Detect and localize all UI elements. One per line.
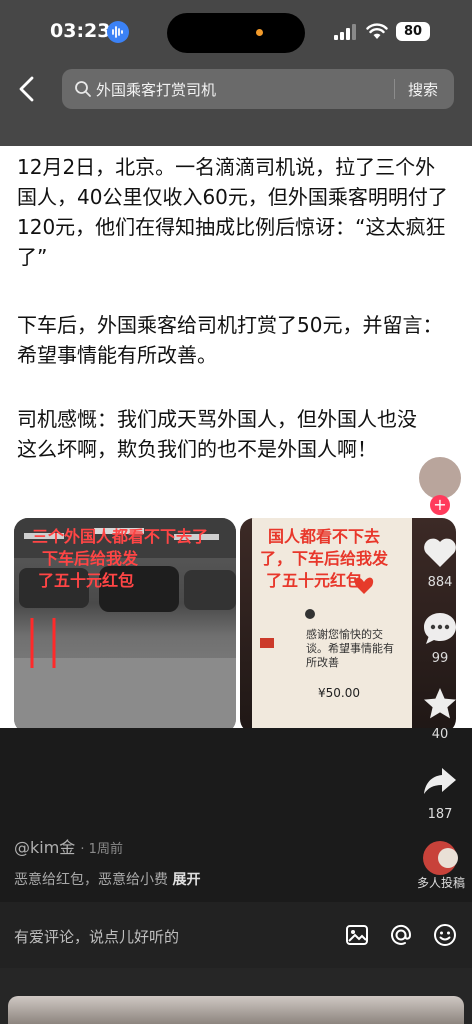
- article-paragraph-3: 司机感慨：我们成天骂外国人，但外国人也没这么坏啊，欺负我们的也不是外国人啊！: [17, 407, 417, 461]
- battery-indicator: 80: [396, 22, 430, 41]
- image2-note: 感谢您愉快的交谈。希望事情能有所改善: [306, 628, 394, 669]
- dynamic-island: [167, 13, 305, 53]
- image1-caption-line-3: 了五十元红包: [38, 571, 135, 590]
- status-time: 03:23: [50, 20, 111, 42]
- author-name[interactable]: @kim金: [14, 838, 75, 857]
- post-time: · 1周前: [80, 842, 123, 857]
- image1-caption-line-1: 三个外国人都看不下去了: [32, 527, 209, 546]
- back-arrow-icon[interactable]: [14, 75, 40, 103]
- search-button[interactable]: 搜索: [408, 79, 438, 100]
- search-icon: [75, 81, 91, 97]
- mention-at-icon[interactable]: [388, 922, 414, 948]
- post-tag-text: 恶意给红包，恶意给小费: [14, 872, 168, 888]
- next-post-preview[interactable]: [8, 996, 464, 1024]
- favorite-star-icon[interactable]: [420, 684, 460, 724]
- article-image-1[interactable]: 三个外国人都看不下去了 下车后给我发 了五十元红包: [14, 518, 236, 728]
- article-card: 12月2日，北京。一名滴滴司机说，拉了三个外国人，40公里仅收入60元，但外国乘…: [0, 146, 472, 728]
- wifi-icon: [366, 23, 388, 39]
- search-query[interactable]: 外国乘客打赏司机: [96, 79, 216, 100]
- emoji-icon[interactable]: [432, 922, 458, 948]
- share-count: 187: [427, 807, 453, 822]
- comment-input[interactable]: 有爱评论，说点儿好听的: [14, 926, 179, 947]
- top-bar: 03:23 80 外国乘客打赏司机 搜索: [0, 0, 472, 146]
- cellular-signal-icon: [334, 24, 356, 40]
- image-picker-icon[interactable]: [344, 922, 370, 948]
- article-paragraph-1: 12月2日，北京。一名滴滴司机说，拉了三个外国人，40公里仅收入60元，但外国乘…: [17, 155, 448, 269]
- author-line[interactable]: @kim金 · 1周前: [14, 834, 123, 858]
- post-tags: 恶意给红包，恶意给小费 展开: [14, 869, 200, 889]
- share-arrow-icon[interactable]: [420, 760, 460, 800]
- image2-amount: ¥50.00: [318, 686, 360, 700]
- comment-bar: 有爱评论，说点儿好听的: [0, 902, 472, 968]
- like-count: 884: [427, 575, 453, 590]
- expand-button[interactable]: 展开: [172, 872, 200, 888]
- image2-caption-line-2: 了，下车后给我发: [260, 549, 389, 568]
- collab-label[interactable]: 多人投稿: [410, 874, 472, 891]
- comment-bubble-icon[interactable]: [420, 608, 460, 648]
- favorite-count: 40: [431, 727, 449, 742]
- audio-recording-icon: [107, 21, 129, 43]
- image2-caption-line-3: 了五十元红包: [266, 571, 363, 590]
- like-heart-icon[interactable]: [420, 532, 460, 572]
- image2-caption-line-1: 国人都看不下去: [268, 527, 381, 546]
- recording-dot-icon: [256, 29, 263, 36]
- comment-count: 99: [431, 651, 449, 666]
- follow-plus-icon[interactable]: +: [430, 495, 450, 515]
- image1-caption-line-2: 下车后给我发: [42, 549, 139, 568]
- article-paragraph-2: 下车后，外国乘客给司机打赏了50元，并留言：希望事情能有所改善。: [17, 313, 443, 367]
- search-bar[interactable]: 外国乘客打赏司机 搜索: [62, 69, 454, 109]
- search-divider: [394, 79, 395, 99]
